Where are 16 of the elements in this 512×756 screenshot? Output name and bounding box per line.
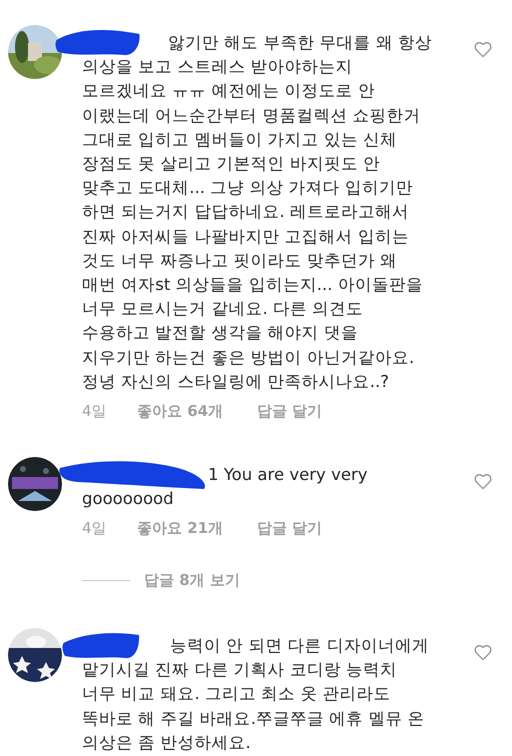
comment-text: 능력이 안 되면 다른 디자이너에게 xyxy=(170,634,429,657)
heart-icon[interactable] xyxy=(474,644,492,661)
comment-text: 맡기시길 진짜 다른 기획사 코디랑 능력치 너무 비교 돼요. 그리고 최소 옷 관리라도 똑바로 해 주길 바래요.쭈글쭈글 에휴 멜뮤 온 의상은 좀 반성하세요. xyxy=(82,659,426,754)
reply-button[interactable]: 답글 달기 xyxy=(257,516,322,540)
comment-text: 1 You are very very xyxy=(208,464,368,486)
likes-count[interactable]: 좋아요 21개 xyxy=(137,516,257,540)
likes-count[interactable]: 좋아요 64개 xyxy=(137,400,257,423)
comment-text: 앓기만 해도 부족한 무대를 왜 항상 xyxy=(168,32,432,54)
heart-icon[interactable] xyxy=(474,472,492,490)
comment-time: 4일 xyxy=(82,401,108,422)
heart-icon[interactable] xyxy=(474,41,492,58)
comment-text: goooooood xyxy=(82,488,175,510)
comment-time: 4일 xyxy=(82,518,108,539)
comment-text: 의상을 보고 스트레스 받아야하는지 모르겠네요 ㅠㅠ 예전에는 이정도로 안 이랬는데 어느순간부터 명품컬렉션 쇼핑한거 그대로 입히고 멤버들이 가지고 있는 신체 장점도 못 살리고 기본적인 바지핏도 안 맞추고 도대체... 그냥 의상 가져다 입히기만 하면 되는거지 답답하네요. 레트로라고해서 진짜 아저씨들 나팔바지만 고집해서 입히는 것도 너무 짜증나고 핏이라도 맞추던가 왜 매번 여자st 의상들을 입히는지... 아이돌판을 너무 모르시는거 같네요. 다른 의견도 수용하고 발전할 생각을 해야지 댓을 지우기만 하는건 좋은 방법이 아닌거같아요. 정녕 자신의 스타일링에 만족하시나요..? xyxy=(82,56,424,393)
reply-button[interactable]: 답글 달기 xyxy=(257,400,322,423)
view-replies-link[interactable]: 답글 8개 보기 xyxy=(144,569,240,592)
